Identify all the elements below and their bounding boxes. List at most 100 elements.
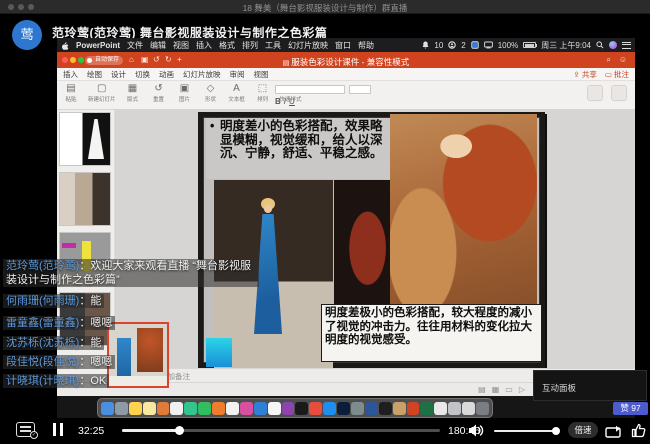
dock-app-icon-26[interactable] <box>462 402 475 415</box>
volume-knob[interactable] <box>552 427 560 435</box>
ribbon-版式[interactable]: ▦版式 <box>124 82 142 103</box>
dock-app-icon-24[interactable] <box>434 402 447 415</box>
volume-icon[interactable] <box>468 423 484 438</box>
mirror-flip-icon[interactable] <box>604 423 624 440</box>
dock-app-icon-5[interactable] <box>170 402 183 415</box>
menu-编辑[interactable]: 编辑 <box>150 40 166 51</box>
ribbon-排列[interactable]: ⬚排列 <box>254 82 272 103</box>
slide-photo-dark-red[interactable] <box>334 180 390 304</box>
menu-帮助[interactable]: 帮助 <box>358 40 374 51</box>
ppt-search-icon[interactable]: ⌕ <box>607 55 611 65</box>
italic-button[interactable]: I <box>284 97 286 106</box>
dock-app-icon-4[interactable] <box>157 402 170 415</box>
tab-设计[interactable]: 设计 <box>111 69 126 80</box>
pause-button[interactable] <box>53 423 65 436</box>
mac-dock <box>97 398 493 418</box>
slide-thumbnail-2[interactable] <box>59 172 111 226</box>
view-glyph-2[interactable]: ▭ <box>505 385 513 394</box>
tab-绘图[interactable]: 绘图 <box>87 69 102 80</box>
designer-button[interactable] <box>611 85 627 101</box>
dock-app-icon-8[interactable] <box>212 402 225 415</box>
menu-窗口[interactable]: 窗口 <box>335 40 351 51</box>
playback-speed-button[interactable]: 倍速 <box>568 422 598 438</box>
tab-视图[interactable]: 视图 <box>254 69 269 80</box>
dock-app-icon-0[interactable] <box>101 402 114 415</box>
slide-textbox-bottom[interactable]: 明度差极小的色彩搭配，较大程度的减小了视觉的冲击力。往往用材料的变化拉大明度的视… <box>321 304 542 362</box>
mac-menubar: PowerPoint 文件编辑视图插入格式排列工具幻灯片放映窗口帮助 10 2 … <box>57 38 635 52</box>
selected-slide-thumbnail[interactable] <box>107 322 169 388</box>
font-size-box[interactable] <box>349 85 371 94</box>
streamer-avatar[interactable]: 莺 <box>12 20 42 50</box>
dock-app-icon-22[interactable] <box>407 402 420 415</box>
slide-textbox-top[interactable]: • 明度差小的色彩搭配，效果略显模糊，视觉缓和，给人以深沉、宁静，舒适、平稳之感… <box>206 118 390 179</box>
dock-app-icon-23[interactable] <box>420 402 433 415</box>
dock-app-icon-27[interactable] <box>476 402 489 415</box>
dock-app-icon-13[interactable] <box>282 402 295 415</box>
menubar-app-name[interactable]: PowerPoint <box>76 41 120 50</box>
menu-工具[interactable]: 工具 <box>265 40 281 51</box>
view-glyph-1[interactable]: ▦ <box>492 385 500 394</box>
dock-app-icon-18[interactable] <box>351 402 364 415</box>
ribbon-图片[interactable]: ▣图片 <box>176 82 194 103</box>
font-name-box[interactable] <box>275 85 345 94</box>
dock-app-icon-21[interactable] <box>393 402 406 415</box>
comments-button[interactable]: ▭ 批注 <box>605 69 629 80</box>
bold-button[interactable]: B <box>275 97 281 106</box>
thumbs-up-icon[interactable] <box>631 422 646 439</box>
underline-button[interactable]: U <box>289 97 295 106</box>
participants-icon[interactable] <box>448 41 456 49</box>
dock-app-icon-12[interactable] <box>268 402 281 415</box>
feedback-smiley-icon[interactable]: ☺ <box>619 55 627 65</box>
tab-切换[interactable]: 切换 <box>135 69 150 80</box>
ribbon-文本框[interactable]: A文本框 <box>228 82 246 103</box>
menu-视图[interactable]: 视图 <box>173 40 189 51</box>
bell-icon[interactable] <box>422 41 429 49</box>
menu-插入[interactable]: 插入 <box>196 40 212 51</box>
dock-app-icon-7[interactable] <box>198 402 211 415</box>
tab-幻灯片放映[interactable]: 幻灯片放映 <box>183 69 221 80</box>
apple-logo-icon[interactable] <box>61 41 69 50</box>
dock-app-icon-6[interactable] <box>184 402 197 415</box>
volume-slider[interactable] <box>494 430 558 433</box>
notification-center-icon[interactable] <box>622 42 631 49</box>
screen-mirroring-icon[interactable] <box>484 41 493 49</box>
view-glyph-0[interactable]: ▤ <box>478 385 486 394</box>
dock-app-icon-20[interactable] <box>379 402 392 415</box>
dock-app-icon-25[interactable] <box>448 402 461 415</box>
menu-幻灯片放映[interactable]: 幻灯片放映 <box>288 40 328 51</box>
dock-app-icon-14[interactable] <box>295 402 308 415</box>
ribbon-重置[interactable]: ↺重置 <box>150 82 168 103</box>
spotlight-search-icon[interactable] <box>596 41 604 49</box>
ribbon-形状[interactable]: ◇形状 <box>202 82 220 103</box>
tab-审阅[interactable]: 审阅 <box>230 69 245 80</box>
dock-app-icon-16[interactable] <box>323 402 336 415</box>
ribbon-粘贴[interactable]: ▤粘贴 <box>62 82 80 103</box>
slide-thumbnail-1[interactable] <box>59 112 111 166</box>
chat-sender: 段佳悦(段佳悦) <box>6 356 79 368</box>
dock-app-icon-9[interactable] <box>226 402 239 415</box>
danmaku-settings-icon[interactable]: ✓ <box>16 422 35 437</box>
dock-app-icon-1[interactable] <box>115 402 128 415</box>
siri-icon[interactable] <box>609 41 617 49</box>
progress-knob[interactable] <box>175 426 184 435</box>
menubar-clock[interactable]: 周三 上午9:04 <box>541 40 591 51</box>
dock-app-icon-11[interactable] <box>254 402 267 415</box>
dock-app-icon-3[interactable] <box>143 402 156 415</box>
menu-格式[interactable]: 格式 <box>219 40 235 51</box>
dock-app-icon-19[interactable] <box>365 402 378 415</box>
ribbon-新建幻灯片[interactable]: ▢新建幻灯片 <box>88 82 116 103</box>
progress-bar[interactable] <box>122 429 440 432</box>
menu-排列[interactable]: 排列 <box>242 40 258 51</box>
tab-插入[interactable]: 插入 <box>63 69 78 80</box>
dock-app-icon-2[interactable] <box>129 402 142 415</box>
dock-app-icon-17[interactable] <box>337 402 350 415</box>
app-window-icon[interactable] <box>471 41 479 49</box>
menu-文件[interactable]: 文件 <box>127 40 143 51</box>
view-glyph-3[interactable]: ▷ <box>519 385 525 394</box>
dock-app-icon-10[interactable] <box>240 402 253 415</box>
interaction-panel[interactable]: 互动面板 <box>533 370 647 401</box>
dock-app-icon-15[interactable] <box>309 402 322 415</box>
share-button[interactable]: ⇪ 共享 <box>573 69 596 80</box>
sensitivity-button[interactable] <box>587 85 603 101</box>
tab-动画[interactable]: 动画 <box>159 69 174 80</box>
